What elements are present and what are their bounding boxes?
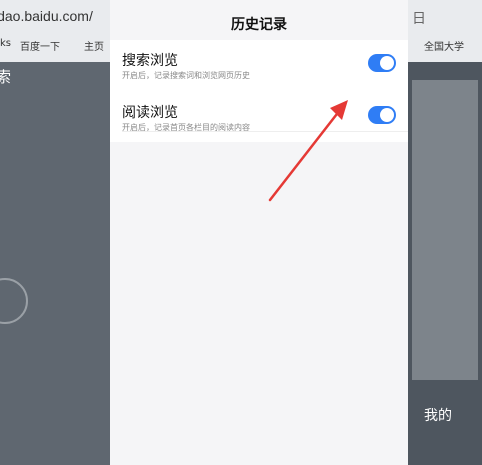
setting-row-search-history[interactable]: 搜索浏览 开启后，记录搜索词和浏览网页历史 [122, 40, 396, 90]
bookmark-item[interactable]: 全国大学 [424, 38, 464, 53]
background-right-label: 我的 [424, 408, 452, 424]
browser-right-text: 日 [412, 11, 426, 27]
setting-row-reading-history[interactable]: 阅读浏览 开启后，记录首页各栏目的阅读内容 [122, 92, 396, 142]
toggle-knob [380, 108, 394, 122]
bookmark-item[interactable]: 百度一下 [20, 38, 60, 53]
setting-label: 阅读浏览 [122, 105, 178, 121]
reading-history-toggle[interactable] [368, 106, 396, 124]
setting-description: 开启后，记录首页各栏目的阅读内容 [122, 123, 250, 132]
status-bar [110, 0, 408, 8]
background-left-panel [0, 62, 110, 465]
background-icon-grid [412, 80, 478, 380]
background-left-title: 索 [0, 68, 12, 86]
bookmark-item[interactable]: 主页 [84, 38, 104, 53]
page-title: 历史记录 [231, 17, 287, 33]
setting-label: 搜索浏览 [122, 53, 178, 69]
setting-description: 开启后，记录搜索词和浏览网页历史 [122, 71, 250, 80]
address-bar-text[interactable]: ldao.baidu.com/ [0, 8, 93, 24]
toggle-knob [380, 56, 394, 70]
search-history-toggle[interactable] [368, 54, 396, 72]
settings-card: 搜索浏览 开启后，记录搜索词和浏览网页历史 阅读浏览 开启后，记录首页各栏目的阅… [110, 40, 408, 142]
phone-screen: 历史记录 搜索浏览 开启后，记录搜索词和浏览网页历史 阅读浏览 开启后，记录首页… [110, 0, 408, 465]
bookmark-item[interactable]: ks [0, 38, 11, 49]
